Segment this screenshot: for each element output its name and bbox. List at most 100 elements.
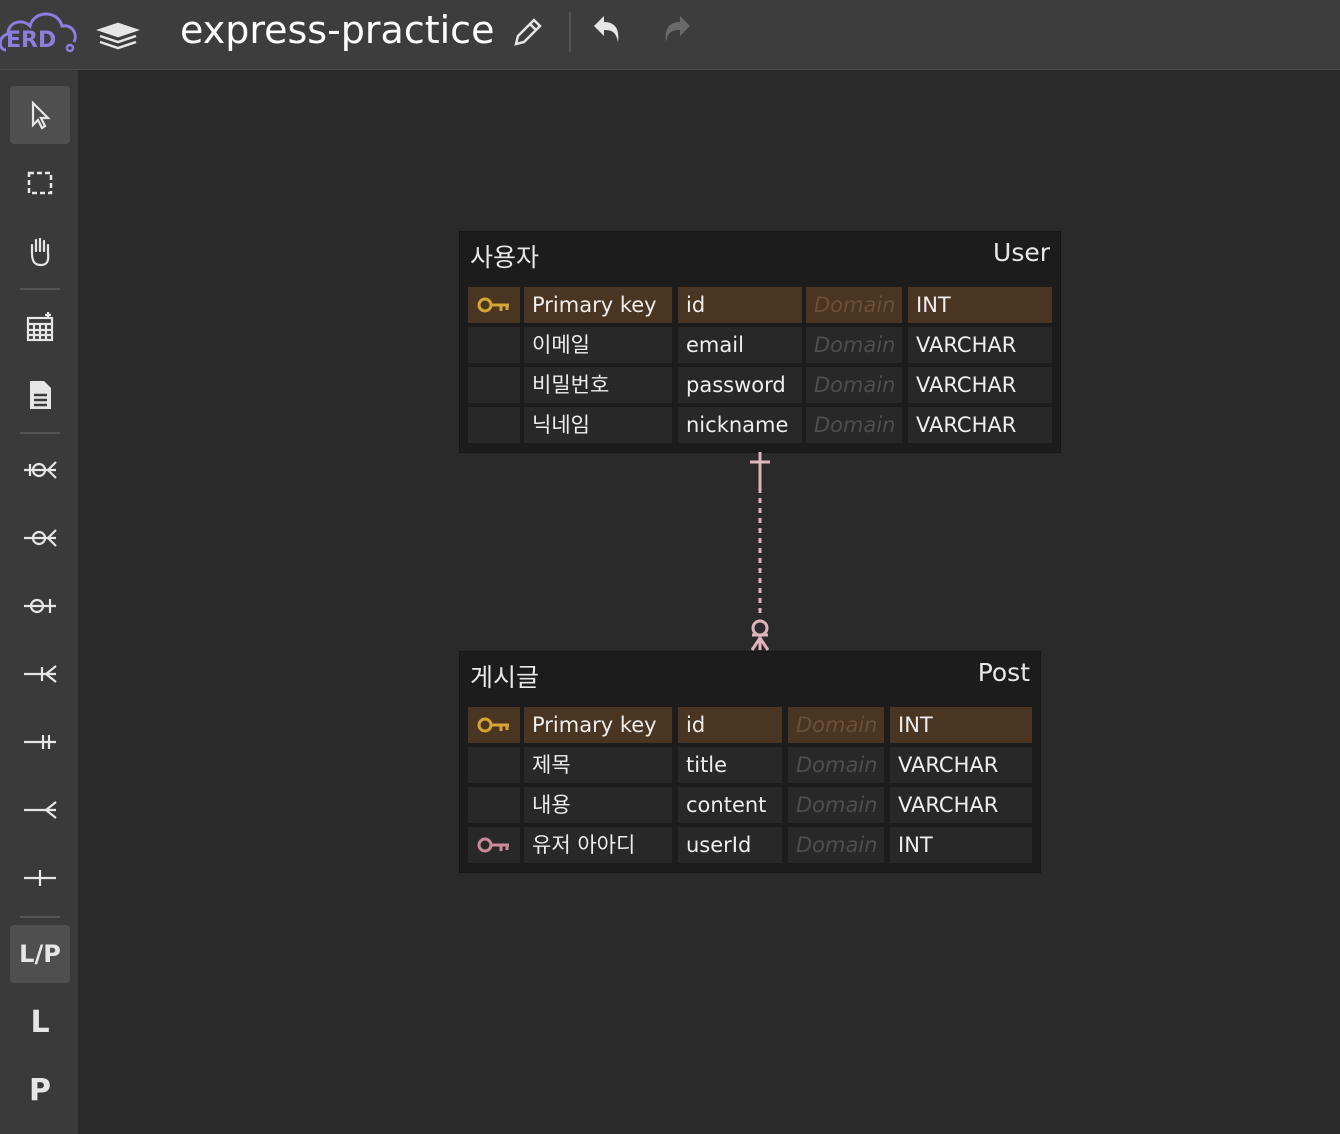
column-physical-name[interactable]: password <box>678 367 802 403</box>
top-bar: ERD express-practice <box>0 0 1340 70</box>
column-key-cell[interactable] <box>468 747 520 783</box>
column-physical-name[interactable]: content <box>678 787 782 823</box>
column-data-type[interactable]: VARCHAR <box>908 367 1052 403</box>
logical-tool[interactable]: L <box>10 993 70 1051</box>
column-physical-name[interactable]: title <box>678 747 782 783</box>
primary-key-icon <box>468 707 520 743</box>
column-physical-name[interactable]: nickname <box>678 407 802 443</box>
column-logical-name[interactable]: Primary key <box>524 287 672 323</box>
column-physical-name[interactable]: id <box>678 707 782 743</box>
column-domain[interactable]: Domain <box>788 707 884 743</box>
toolbar-divider <box>569 12 571 52</box>
memo-icon <box>30 381 51 409</box>
pointer-tool[interactable] <box>10 86 70 144</box>
column-data-type[interactable]: VARCHAR <box>890 787 1032 823</box>
table-header[interactable]: 게시글 Post <box>460 652 1040 702</box>
hand-tool[interactable] <box>10 222 70 280</box>
table-column-row[interactable]: 닉네임 nickname Domain VARCHAR <box>468 407 1052 443</box>
physical-tool[interactable]: P <box>10 1061 70 1119</box>
entity-table[interactable]: 사용자 User Primary key id Domain INT 이메일 e… <box>460 232 1060 452</box>
table-comment[interactable]: Post <box>978 658 1030 687</box>
one-tool[interactable] <box>10 849 70 907</box>
column-logical-name[interactable]: 제목 <box>524 747 672 783</box>
sidebar-divider <box>20 916 60 918</box>
zero-one-to-one-tool[interactable] <box>10 577 70 635</box>
memo-tool[interactable] <box>10 366 70 424</box>
column-physical-name[interactable]: email <box>678 327 802 363</box>
logical-physical-tool[interactable]: L/P <box>10 925 70 983</box>
column-logical-name[interactable]: 비밀번호 <box>524 367 672 403</box>
table-column-row[interactable]: 유저 아아디 userId Domain INT <box>468 827 1032 863</box>
one-to-one-many-icon <box>24 665 57 683</box>
column-logical-name[interactable]: 닉네임 <box>524 407 672 443</box>
column-physical-name[interactable]: id <box>678 287 802 323</box>
column-data-type[interactable]: INT <box>890 827 1032 863</box>
table-comment[interactable]: User <box>993 238 1050 267</box>
column-data-type[interactable]: VARCHAR <box>908 327 1052 363</box>
table-column-row[interactable]: Primary key id Domain INT <box>468 287 1052 323</box>
hand-icon <box>30 237 50 267</box>
table-name[interactable]: 게시글 <box>470 658 539 694</box>
logo-text: ERD <box>6 28 57 53</box>
undo-icon[interactable] <box>590 12 624 48</box>
column-logical-name[interactable]: 내용 <box>524 787 672 823</box>
pointer-icon <box>31 100 51 130</box>
column-domain[interactable]: Domain <box>806 287 902 323</box>
select-area-icon <box>27 171 53 195</box>
table-column-row[interactable]: 비밀번호 password Domain VARCHAR <box>468 367 1052 403</box>
sidebar-divider <box>20 432 60 434</box>
column-domain[interactable]: Domain <box>788 787 884 823</box>
column-physical-name[interactable]: userId <box>678 827 782 863</box>
table-column-row[interactable]: Primary key id Domain INT <box>468 707 1032 743</box>
zero-one-to-one-many-icon <box>24 529 57 547</box>
one-icon <box>24 870 56 886</box>
table-name[interactable]: 사용자 <box>470 238 539 274</box>
redo-icon[interactable] <box>660 12 694 48</box>
zero-one-to-zero-many-tool[interactable] <box>10 441 70 499</box>
table-column-row[interactable]: 제목 title Domain VARCHAR <box>468 747 1032 783</box>
primary-key-icon <box>468 287 520 323</box>
column-domain[interactable]: Domain <box>806 367 902 403</box>
table-column-row[interactable]: 이메일 email Domain VARCHAR <box>468 327 1052 363</box>
zero-one-to-one-many-tool[interactable] <box>10 509 70 567</box>
logical-icon: L <box>30 1004 50 1040</box>
foreign-key-icon <box>468 827 520 863</box>
erd-canvas[interactable] <box>78 70 1340 1134</box>
logical-physical-icon: L/P <box>19 940 61 968</box>
column-key-cell[interactable] <box>468 327 520 363</box>
column-data-type[interactable]: INT <box>890 707 1032 743</box>
stack-icon[interactable] <box>96 12 140 52</box>
column-key-cell[interactable] <box>468 367 520 403</box>
one-to-many-tool[interactable] <box>10 781 70 839</box>
column-logical-name[interactable]: 유저 아아디 <box>524 827 672 863</box>
one-to-one-only-icon <box>24 735 56 749</box>
tool-sidebar: L/P L P <box>0 70 78 1134</box>
physical-icon: P <box>29 1072 51 1108</box>
table-column-row[interactable]: 내용 content Domain VARCHAR <box>468 787 1032 823</box>
table-tool[interactable] <box>10 298 70 356</box>
column-domain[interactable]: Domain <box>788 827 884 863</box>
column-domain[interactable]: Domain <box>806 407 902 443</box>
zero-one-to-zero-many-icon <box>24 461 57 479</box>
column-data-type[interactable]: VARCHAR <box>890 747 1032 783</box>
sidebar-divider <box>20 288 60 290</box>
pen-icon[interactable] <box>510 14 546 50</box>
column-logical-name[interactable]: Primary key <box>524 707 672 743</box>
select-area-tool[interactable] <box>10 154 70 212</box>
column-domain[interactable]: Domain <box>806 327 902 363</box>
column-data-type[interactable]: INT <box>908 287 1052 323</box>
relationship-line[interactable] <box>730 448 790 658</box>
column-key-cell[interactable] <box>468 407 520 443</box>
column-domain[interactable]: Domain <box>788 747 884 783</box>
table-icon <box>26 312 54 342</box>
one-to-one-many-tool[interactable] <box>10 645 70 703</box>
one-to-many-icon <box>24 801 57 819</box>
entity-table[interactable]: 게시글 Post Primary key id Domain INT 제목 ti… <box>460 652 1040 872</box>
document-title[interactable]: express-practice <box>180 8 494 52</box>
erd-logo[interactable]: ERD <box>0 6 80 58</box>
column-logical-name[interactable]: 이메일 <box>524 327 672 363</box>
one-to-one-only-tool[interactable] <box>10 713 70 771</box>
column-data-type[interactable]: VARCHAR <box>908 407 1052 443</box>
table-header[interactable]: 사용자 User <box>460 232 1060 282</box>
column-key-cell[interactable] <box>468 787 520 823</box>
